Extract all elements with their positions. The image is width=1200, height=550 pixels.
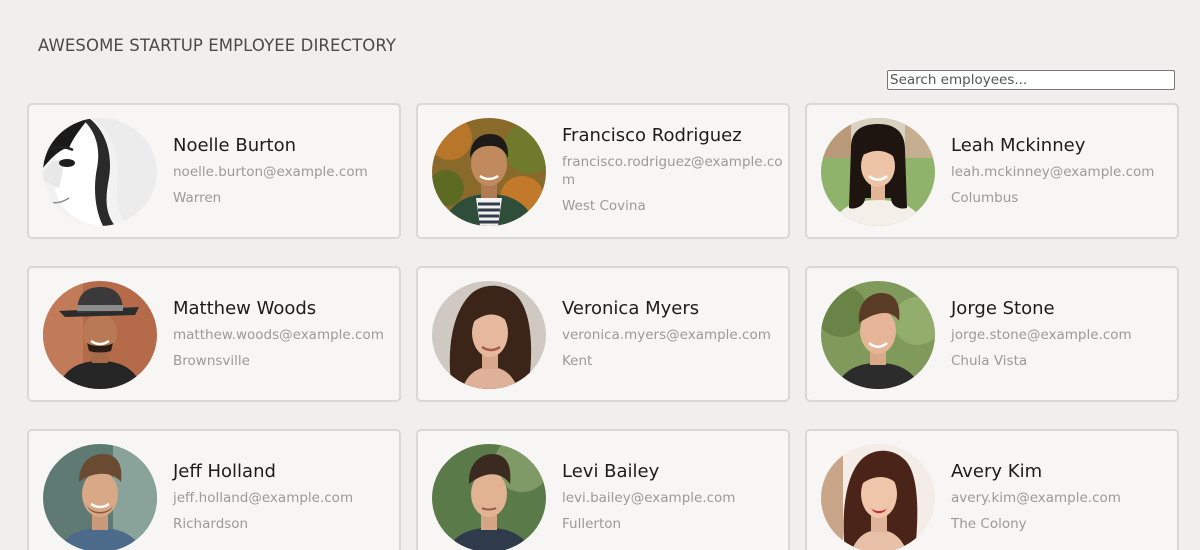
employee-name: Avery Kim [951, 461, 1043, 482]
employee-info: Avery Kim avery.kim@example.com The Colo… [951, 461, 1173, 533]
employee-city: Fullerton [562, 516, 622, 532]
employee-email: veronica.myers@example.com [562, 327, 771, 343]
employee-card[interactable]: Jorge Stone jorge.stone@example.com Chul… [805, 266, 1179, 402]
avatar-photo [43, 118, 157, 226]
employee-info: Noelle Burton noelle.burton@example.com … [173, 135, 395, 207]
employee-email: francisco.rodriguez@example.com [562, 154, 783, 188]
employee-city: Columbus [951, 190, 1019, 206]
employee-name: Jeff Holland [173, 461, 276, 482]
avatar-photo [432, 444, 546, 550]
avatar-photo [43, 444, 157, 550]
employee-city: West Covina [562, 198, 646, 214]
employee-email: jeff.holland@example.com [173, 490, 354, 506]
employee-card[interactable]: Levi Bailey levi.bailey@example.com Full… [416, 429, 790, 550]
employee-card[interactable]: Matthew Woods matthew.woods@example.com … [27, 266, 401, 402]
employee-card[interactable]: Jeff Holland jeff.holland@example.com Ri… [27, 429, 401, 550]
employee-email: leah.mckinney@example.com [951, 164, 1155, 180]
employee-info: Matthew Woods matthew.woods@example.com … [173, 298, 395, 370]
avatar-photo [432, 281, 546, 389]
employee-card[interactable]: Noelle Burton noelle.burton@example.com … [27, 103, 401, 239]
employee-name: Levi Bailey [562, 461, 660, 482]
employee-name: Leah Mckinney [951, 135, 1086, 156]
employee-email: avery.kim@example.com [951, 490, 1121, 506]
employee-city: The Colony [951, 516, 1027, 532]
avatar [432, 444, 546, 550]
avatar [821, 118, 935, 226]
avatar-photo [43, 281, 157, 389]
avatar [43, 444, 157, 550]
employee-info: Francisco Rodriguez francisco.rodriguez@… [562, 125, 784, 215]
employee-info: Jorge Stone jorge.stone@example.com Chul… [951, 298, 1173, 370]
employee-info: Levi Bailey levi.bailey@example.com Full… [562, 461, 784, 533]
employee-name: Veronica Myers [562, 298, 700, 319]
avatar-photo [821, 444, 935, 550]
avatar [432, 281, 546, 389]
employee-name: Noelle Burton [173, 135, 296, 156]
employee-grid: Noelle Burton noelle.burton@example.com … [27, 103, 1180, 550]
page-title: AWESOME STARTUP EMPLOYEE DIRECTORY [38, 36, 397, 55]
avatar [821, 281, 935, 389]
directory-page: AWESOME STARTUP EMPLOYEE DIRECTORY N [0, 0, 1200, 550]
employee-email: noelle.burton@example.com [173, 164, 368, 180]
avatar-photo [432, 118, 546, 226]
employee-info: Leah Mckinney leah.mckinney@example.com … [951, 135, 1173, 207]
employee-name: Francisco Rodriguez [562, 125, 742, 146]
search-input[interactable] [887, 70, 1175, 90]
employee-email: matthew.woods@example.com [173, 327, 384, 343]
avatar-photo [821, 118, 935, 226]
avatar [43, 118, 157, 226]
avatar-photo [821, 281, 935, 389]
employee-city: Brownsville [173, 353, 250, 369]
employee-name: Jorge Stone [951, 298, 1055, 319]
employee-name: Matthew Woods [173, 298, 317, 319]
employee-city: Chula Vista [951, 353, 1028, 369]
employee-card[interactable]: Leah Mckinney leah.mckinney@example.com … [805, 103, 1179, 239]
employee-email: levi.bailey@example.com [562, 490, 736, 506]
employee-card[interactable]: Veronica Myers veronica.myers@example.co… [416, 266, 790, 402]
employee-card[interactable]: Francisco Rodriguez francisco.rodriguez@… [416, 103, 790, 239]
avatar [432, 118, 546, 226]
employee-city: Warren [173, 190, 222, 206]
employee-city: Kent [562, 353, 593, 369]
employee-email: jorge.stone@example.com [951, 327, 1132, 343]
employee-city: Richardson [173, 516, 249, 532]
employee-info: Jeff Holland jeff.holland@example.com Ri… [173, 461, 395, 533]
avatar [821, 444, 935, 550]
employee-info: Veronica Myers veronica.myers@example.co… [562, 298, 784, 370]
employee-card[interactable]: Avery Kim avery.kim@example.com The Colo… [805, 429, 1179, 550]
avatar [43, 281, 157, 389]
